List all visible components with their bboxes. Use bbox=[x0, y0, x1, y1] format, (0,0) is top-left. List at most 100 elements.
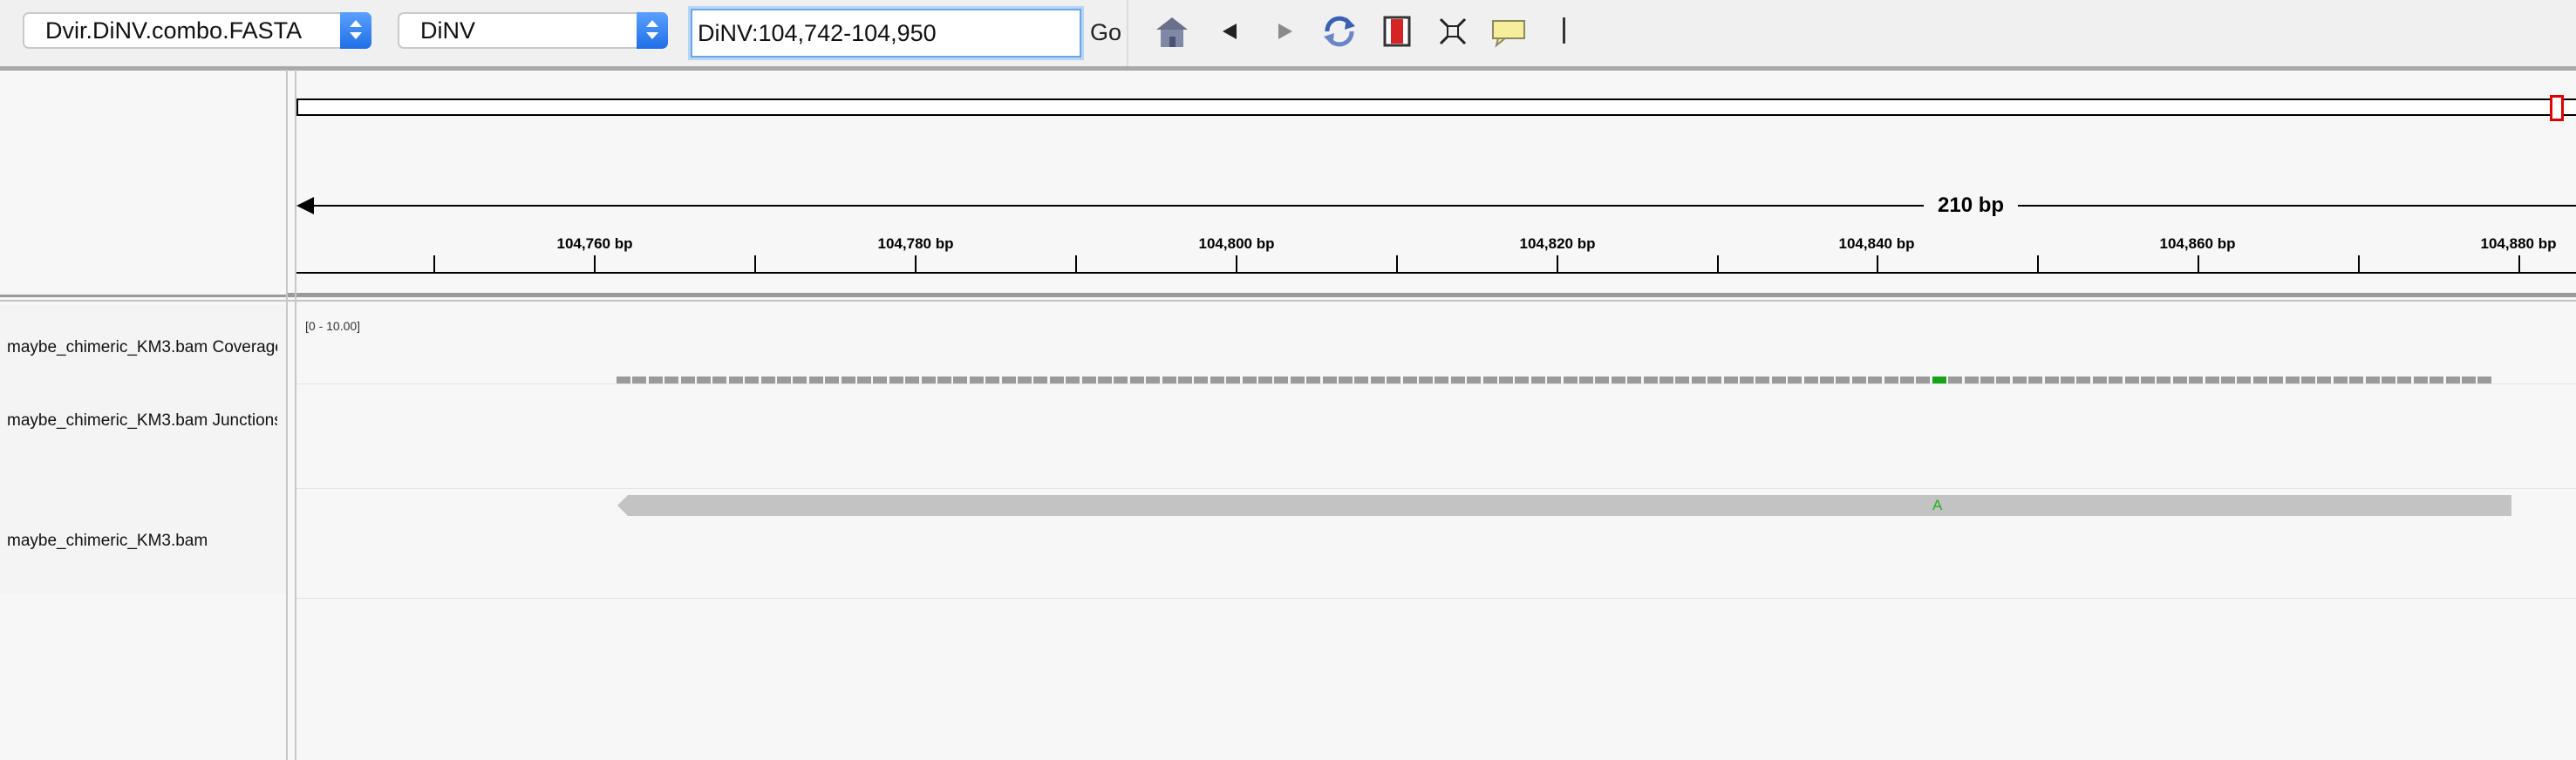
aligned-read[interactable] bbox=[617, 495, 2511, 516]
coverage-track-name[interactable]: maybe_chimeric_KM3.bam Coverage bbox=[7, 338, 277, 357]
chromosome-ideogram[interactable] bbox=[296, 98, 2576, 116]
coverage-bar bbox=[2157, 377, 2171, 383]
popup-info-icon[interactable] bbox=[1489, 12, 1528, 51]
coverage-bar bbox=[1322, 377, 1337, 383]
forward-arrow-icon[interactable] bbox=[1266, 12, 1305, 51]
ruler-baseline bbox=[296, 272, 2576, 274]
coverage-bar bbox=[2092, 377, 2107, 383]
coverage-bar bbox=[632, 377, 647, 383]
go-button[interactable]: Go bbox=[1090, 19, 1121, 46]
coverage-bar bbox=[985, 377, 1000, 383]
coverage-bar bbox=[889, 377, 903, 383]
coverage-bar bbox=[937, 377, 951, 383]
coverage-bar bbox=[1178, 377, 1192, 383]
header-divider-shadow bbox=[0, 300, 2576, 302]
coverage-bar bbox=[1916, 377, 1931, 383]
coverage-bar bbox=[1996, 377, 2011, 383]
coverage-bar bbox=[1723, 377, 1738, 383]
coverage-bar bbox=[1707, 377, 1722, 383]
coverage-bar bbox=[1659, 377, 1673, 383]
coverage-bar bbox=[1803, 377, 1818, 383]
coverage-bar bbox=[1066, 377, 1080, 383]
refresh-icon[interactable] bbox=[1320, 12, 1359, 51]
back-arrow-icon[interactable] bbox=[1210, 12, 1249, 51]
coverage-bar bbox=[1274, 377, 1289, 383]
coverage-bar bbox=[2205, 377, 2219, 383]
ruler-tick bbox=[915, 255, 917, 273]
junctions-track-name[interactable]: maybe_chimeric_KM3.bam Junctions bbox=[7, 411, 277, 431]
span-label: 210 bp bbox=[1924, 193, 2019, 218]
coverage-bar bbox=[2109, 377, 2123, 383]
coverage-bar bbox=[1387, 377, 1401, 383]
coverage-bar bbox=[2365, 377, 2380, 383]
coverage-bar bbox=[1563, 377, 1578, 383]
home-icon[interactable] bbox=[1153, 12, 1191, 51]
tick-label: 104,840 bp bbox=[1838, 235, 1915, 252]
track-separator bbox=[296, 488, 2576, 489]
coverage-bar bbox=[1755, 377, 1770, 383]
coverage-bar bbox=[777, 377, 791, 383]
toolbar-divider bbox=[0, 66, 2576, 71]
coverage-bar bbox=[1129, 377, 1144, 383]
tick-label: 104,820 bp bbox=[1519, 235, 1596, 252]
ruler-tick bbox=[2358, 255, 2360, 273]
read-mismatch-base: A bbox=[1932, 497, 1943, 513]
genome-select-stepper-icon[interactable] bbox=[340, 12, 371, 49]
track-separator bbox=[296, 383, 2576, 384]
header-name-panel bbox=[0, 71, 286, 295]
locus-input[interactable] bbox=[691, 9, 1081, 58]
ruler-tick bbox=[1717, 255, 1719, 273]
coverage-bar bbox=[1788, 377, 1803, 383]
track-separator bbox=[296, 598, 2576, 599]
coverage-bar bbox=[1467, 377, 1482, 383]
coverage-bar bbox=[1194, 377, 1209, 383]
coverage-bar bbox=[1530, 377, 1545, 383]
coverage-bar bbox=[2269, 377, 2284, 383]
coverage-bar bbox=[1884, 377, 1898, 383]
coverage-bar bbox=[1339, 377, 1353, 383]
region-of-interest-icon[interactable] bbox=[1378, 12, 1416, 51]
coverage-bar bbox=[1851, 377, 1866, 383]
coverage-bar bbox=[1740, 377, 1754, 383]
coverage-bar bbox=[1515, 377, 1530, 383]
header-divider[interactable] bbox=[0, 293, 2576, 297]
coverage-bar bbox=[1482, 377, 1497, 383]
coverage-bar bbox=[1964, 377, 1979, 383]
current-region-marker bbox=[2550, 95, 2564, 121]
coverage-bar bbox=[648, 377, 663, 383]
coverage-bar bbox=[1435, 377, 1449, 383]
coverage-bar bbox=[921, 377, 936, 383]
resize-to-window-icon[interactable] bbox=[1434, 12, 1472, 51]
coverage-bar bbox=[728, 377, 743, 383]
genome-select-value: Dvir.DiNV.combo.FASTA bbox=[45, 17, 303, 44]
alignment-track-name[interactable]: maybe_chimeric_KM3.bam bbox=[7, 532, 277, 551]
tick-label: 104,780 bp bbox=[877, 235, 954, 252]
coverage-bar bbox=[2317, 377, 2332, 383]
coverage-bar bbox=[1001, 377, 1016, 383]
data-panel[interactable] bbox=[296, 305, 2576, 760]
coverage-bar bbox=[1226, 377, 1241, 383]
coverage-bar bbox=[1547, 377, 1562, 383]
coverage-mismatch-bar[interactable] bbox=[1932, 377, 1946, 383]
coverage-bar bbox=[969, 377, 984, 383]
chromosome-select-value: DiNV bbox=[420, 17, 476, 44]
ruler-tick bbox=[1236, 255, 1237, 273]
chromosome-select[interactable]: DiNV bbox=[398, 12, 668, 49]
coverage-bar bbox=[760, 377, 775, 383]
coverage-bar bbox=[2462, 377, 2476, 383]
genome-select[interactable]: Dvir.DiNV.combo.FASTA bbox=[23, 12, 371, 49]
name-panel-divider[interactable] bbox=[286, 70, 288, 760]
roi-bar-icon[interactable] bbox=[1545, 12, 1584, 51]
coverage-bar bbox=[857, 377, 871, 383]
ruler-tick bbox=[433, 255, 435, 273]
coverage-bar bbox=[2141, 377, 2155, 383]
coverage-bar bbox=[2477, 377, 2492, 383]
chromosome-select-stepper-icon[interactable] bbox=[637, 12, 668, 49]
coverage-bar bbox=[1354, 377, 1369, 383]
coverage-bar bbox=[712, 377, 727, 383]
coverage-bar bbox=[1595, 377, 1610, 383]
coverage-bar bbox=[1868, 377, 1883, 383]
coverage-bar bbox=[1081, 377, 1096, 383]
coverage-track[interactable] bbox=[617, 377, 2507, 383]
coverage-bar bbox=[2221, 377, 2235, 383]
